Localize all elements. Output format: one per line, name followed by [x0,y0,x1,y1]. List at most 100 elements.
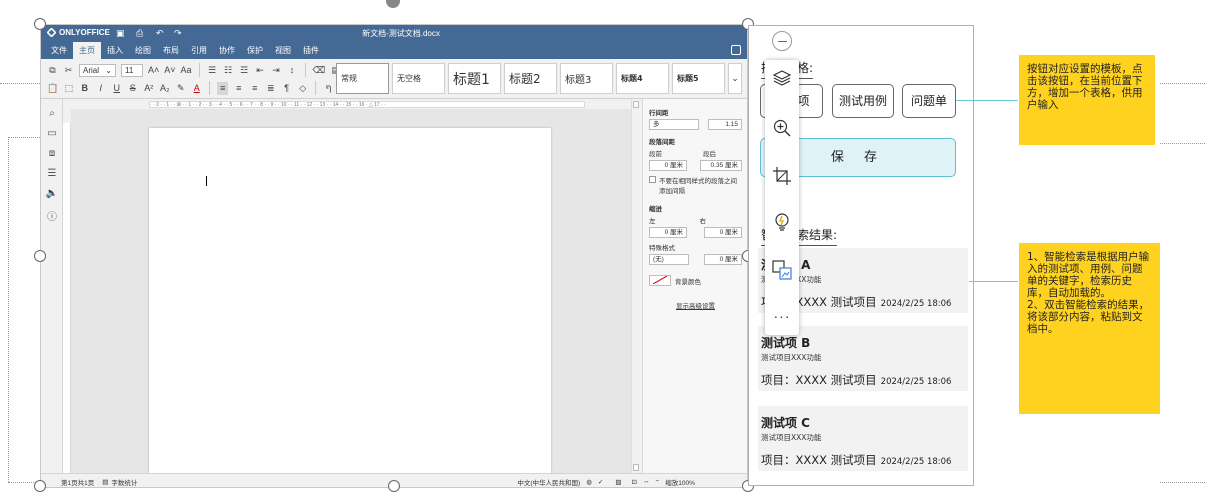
tab-plugins[interactable]: 插件 [297,42,325,59]
image-swap-icon[interactable] [765,252,799,288]
globe-icon[interactable]: ◍ [586,478,592,486]
zoom-level[interactable]: 缩放100% [665,477,695,487]
tab-draw[interactable]: 绘图 [129,42,157,59]
style-heading-5[interactable]: 标题5 [672,63,725,94]
resize-handle-bottom-left[interactable] [34,480,46,492]
tab-collaboration[interactable]: 协作 [213,42,241,59]
decrease-indent-icon[interactable]: ⇤ [255,64,266,77]
strikethrough-icon[interactable]: S [127,82,138,95]
shading-icon[interactable]: ◇ [297,82,308,95]
spellcheck-icon[interactable]: ✓ [598,478,603,486]
spacing-before-input[interactable]: 0 厘米 [649,160,687,171]
style-no-spacing[interactable]: 无空格 [392,63,445,94]
change-case-icon[interactable]: Aa [181,64,192,77]
vertical-ruler[interactable] [63,123,71,473]
vertical-scrollbar[interactable] [631,99,640,473]
no-space-checkbox[interactable] [649,176,656,183]
bold-icon[interactable]: B [79,82,90,95]
fit-page-icon[interactable]: ⊡ [632,478,637,486]
layers-icon[interactable] [765,60,799,96]
select-all-icon[interactable]: ⬚ [63,82,74,95]
search-icon[interactable]: ⌕ [41,108,63,119]
align-right-icon[interactable]: ≡ [249,82,260,95]
document-page[interactable] [149,128,551,473]
bullets-icon[interactable]: ☰ [207,64,218,77]
info-icon[interactable]: ⓘ [41,208,63,223]
special-format-input[interactable]: 0 厘米 [704,254,742,265]
speaker-icon[interactable]: 🔈 [41,188,63,199]
zoom-out-icon[interactable]: − [655,478,659,485]
align-center-icon[interactable]: ≡ [233,82,244,95]
insert-issue-button[interactable]: 问题单 [902,84,956,118]
track-changes-icon[interactable]: ▨ [615,478,621,486]
tab-protection[interactable]: 保护 [241,42,269,59]
crop-icon[interactable] [765,158,799,194]
chat-icon[interactable]: ⧈ [41,148,63,159]
rotate-handle[interactable] [386,0,400,8]
zoom-in-icon[interactable] [765,110,799,146]
style-heading-4[interactable]: 标题4 [616,63,669,94]
highlight-icon[interactable]: ✎ [175,82,186,95]
print-icon[interactable]: ⎙ [136,28,143,39]
align-justify-icon[interactable]: ≣ [265,82,276,95]
superscript-icon[interactable]: A² [143,82,154,95]
special-format-select[interactable]: (无) [649,254,689,265]
subscript-icon[interactable]: A₂ [159,82,170,95]
resize-handle-bottom[interactable] [388,480,400,492]
tab-layout[interactable]: 布局 [157,42,185,59]
style-heading-2[interactable]: 标题2 [504,63,557,94]
style-heading-3[interactable]: 标题3 [560,63,613,94]
italic-icon[interactable]: I [95,82,106,95]
paste-icon[interactable]: 📋 [47,82,58,95]
undo-icon[interactable]: ↶ [156,28,164,39]
line-spacing-type-select[interactable]: 多 [649,119,699,130]
search-result-item[interactable]: 测试项 B 测试项目XXX功能 项目：XXXX 测试项目 2024/2/25 18… [758,326,968,391]
underline-icon[interactable]: U [111,82,122,95]
tab-insert[interactable]: 插入 [101,42,129,59]
resize-handle-top-left[interactable] [34,18,46,30]
spacing-after-input[interactable]: 0.35 厘米 [700,160,742,171]
navigation-icon[interactable]: ☰ [41,168,63,179]
line-spacing-icon[interactable]: ↕ [287,64,298,77]
scroll-down-button[interactable] [633,464,639,471]
fit-width-icon[interactable]: ↔ [643,478,650,485]
language-select[interactable]: 中文(中华人民共和国) [517,477,580,487]
nonprinting-icon[interactable]: ף [323,82,334,95]
more-icon[interactable]: ··· [765,298,799,334]
redo-icon[interactable]: ↷ [174,28,182,39]
clear-style-icon[interactable]: ⌫ [313,64,326,77]
horizontal-ruler[interactable]: · · 2 · · 1 · · ⊠ · · 1 · · 2 · · 3 · · … [63,99,649,109]
multilevel-icon[interactable]: ☲ [239,64,250,77]
font-color-icon[interactable]: A [191,82,202,95]
search-result-item[interactable]: 测试项 C 测试项目XXX功能 项目：XXXX 测试项目 2024/2/25 18… [758,406,968,471]
numbering-icon[interactable]: ☷ [223,64,234,77]
advanced-settings-link[interactable]: 显示高级设置 [649,300,742,310]
font-name-select[interactable]: Arial ⌄ [79,63,116,77]
paragraph-marks-icon[interactable]: ¶ [281,82,292,95]
decrease-font-icon[interactable]: A˅ [164,64,175,77]
font-size-select[interactable]: 11 [121,63,143,77]
line-spacing-value-input[interactable]: 1.15 [708,119,742,130]
style-heading-1[interactable]: 标题1 [448,63,501,94]
indent-left-input[interactable]: 0 厘米 [649,227,687,238]
lightbulb-icon[interactable] [765,204,799,240]
indent-right-input[interactable]: 0 厘米 [704,227,742,238]
insert-test-case-button[interactable]: 测试用例 [832,84,894,118]
word-count-icon[interactable]: ▤ [102,478,108,486]
tab-file[interactable]: 文件 [45,42,73,59]
align-left-icon[interactable]: ≡ [217,81,229,95]
collapse-button[interactable] [772,31,792,51]
tab-view[interactable]: 视图 [269,42,297,59]
background-color-picker[interactable] [649,275,671,286]
style-normal[interactable]: 常规 [336,63,389,94]
open-location-icon[interactable] [731,45,741,55]
cut-icon[interactable]: ✂ [63,64,74,77]
tab-home[interactable]: 主页 [73,42,101,59]
copy-icon[interactable]: ⧉ [47,64,58,77]
scroll-up-button[interactable] [633,101,639,108]
styles-expand-button[interactable]: ⌄ [728,63,742,94]
comments-icon[interactable]: ▭ [41,128,63,139]
increase-indent-icon[interactable]: ⇥ [271,64,282,77]
increase-font-icon[interactable]: A˄ [148,64,159,77]
word-count-button[interactable]: 字数统计 [111,477,137,487]
